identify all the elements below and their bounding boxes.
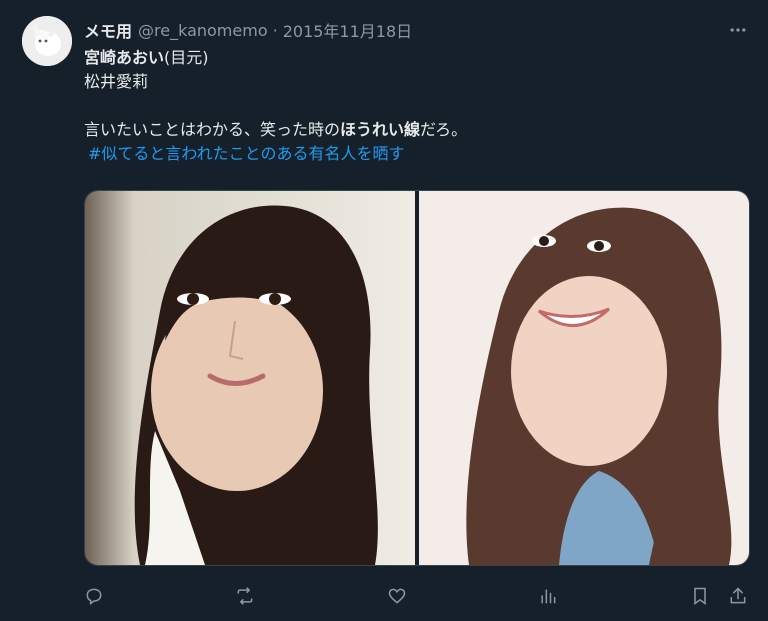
hashtag-link[interactable]: #似てると言われたことのある有名人を晒す [84, 142, 467, 166]
avatar[interactable] [22, 16, 72, 66]
separator-dot: · [272, 20, 278, 40]
text-line-3: 言いたいことはわかる、笑った時のほうれい線だろ。 [84, 118, 467, 142]
display-name[interactable]: メモ用 [84, 18, 132, 42]
tweet-header: メモ用 @re_kanomemo · 2015年11月18日 [84, 18, 412, 42]
text-eyes: (目元) [164, 48, 209, 67]
text-line-1: 宮崎あおい(目元) [84, 46, 467, 70]
tweet-date[interactable]: 2015年11月18日 [283, 18, 412, 42]
photo-right[interactable] [419, 191, 749, 565]
share-icon[interactable] [724, 582, 752, 610]
tweet-text: 宮崎あおい(目元) 松井愛莉 言いたいことはわかる、笑った時のほうれい線だろ。 … [84, 46, 467, 166]
user-handle[interactable]: @re_kanomemo [138, 21, 268, 40]
bar-chart-icon[interactable] [534, 582, 562, 610]
bookmark-icon[interactable] [686, 582, 714, 610]
retweet-icon[interactable] [231, 582, 259, 610]
text-line-2: 松井愛莉 [84, 72, 149, 91]
bold-name-1: 宮崎あおい [84, 48, 165, 67]
text-part-b: だろ。 [420, 120, 468, 139]
more-icon[interactable] [726, 20, 750, 40]
heart-icon[interactable] [383, 582, 411, 610]
photo-left[interactable] [85, 191, 415, 565]
reply-icon[interactable] [80, 582, 108, 610]
text-part-a: 言いたいことはわかる、笑った時の [84, 120, 341, 139]
action-bar [0, 580, 768, 610]
text-part-bold: ほうれい線 [340, 120, 421, 139]
media-grid [84, 190, 750, 566]
